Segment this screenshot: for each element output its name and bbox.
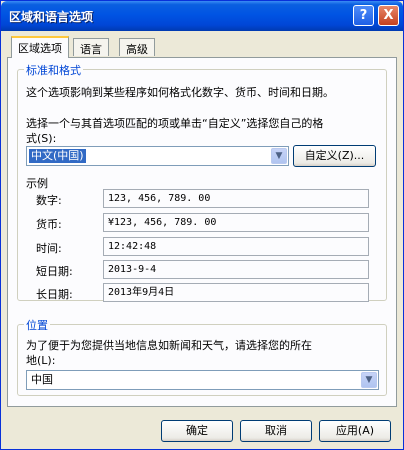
- ok-button[interactable]: 确定: [161, 420, 233, 442]
- standards-legend: 标准和格式: [24, 62, 83, 78]
- tab-languages[interactable]: 语言: [73, 38, 109, 56]
- sample-short-date-value: 2013-9-4: [103, 260, 369, 279]
- tab-regional-options[interactable]: 区域选项: [11, 36, 69, 58]
- select-prompt-line2: 式(S):: [26, 132, 57, 145]
- regional-options-panel: 标准和格式 这个选项影响到某些程序如何格式化数字、货币、时间和日期。 选择一个与…: [7, 57, 397, 407]
- apply-button[interactable]: 应用(A): [319, 420, 391, 442]
- samples-title: 示例: [26, 177, 48, 190]
- location-dropdown[interactable]: 中国 ▼: [26, 370, 379, 390]
- sample-number-value: 123, 456, 789. 00: [103, 189, 369, 208]
- select-prompt-line1: 选择一个与其首选项匹配的项或单击“自定义”选择您自己的格: [26, 117, 324, 130]
- standards-description: 这个选项影响到某些程序如何格式化数字、货币、时间和日期。: [26, 86, 334, 99]
- sample-short-date-label: 短日期:: [36, 265, 73, 278]
- cancel-button[interactable]: 取消: [240, 420, 312, 442]
- tab-advanced[interactable]: 高级: [119, 38, 155, 56]
- location-value: 中国: [31, 373, 53, 386]
- sample-time-label: 时间:: [36, 242, 62, 255]
- chevron-down-icon[interactable]: ▼: [271, 148, 287, 164]
- sample-time-value: 12:42:48: [103, 237, 369, 256]
- location-group: 位置 为了便于为您提供当地信息如新闻和天气，请选择您的所在 地(L): 中国 ▼: [17, 317, 387, 396]
- chevron-down-icon[interactable]: ▼: [361, 372, 377, 388]
- location-legend: 位置: [24, 317, 50, 333]
- location-description-line1: 为了便于为您提供当地信息如新闻和天气，请选择您的所在: [26, 339, 312, 352]
- customize-button[interactable]: 自定义(Z)...: [293, 145, 376, 167]
- location-description-line2: 地(L):: [26, 354, 56, 367]
- locale-dropdown[interactable]: 中文(中国) ▼: [26, 146, 289, 166]
- sample-long-date-value: 2013年9月4日: [103, 283, 369, 302]
- locale-value: 中文(中国): [29, 149, 86, 163]
- sample-long-date-label: 长日期:: [36, 288, 73, 301]
- sample-currency-value: ¥123, 456, 789. 00: [103, 213, 369, 232]
- title-bar[interactable]: 区域和语言选项 ? X: [1, 1, 403, 31]
- standards-and-formats-group: 标准和格式 这个选项影响到某些程序如何格式化数字、货币、时间和日期。 选择一个与…: [17, 62, 387, 302]
- help-button[interactable]: ?: [353, 5, 374, 26]
- sample-number-label: 数字:: [36, 194, 62, 207]
- sample-currency-label: 货币:: [36, 218, 62, 231]
- regional-language-options-dialog: 区域和语言选项 ? X 区域选项 语言 高级 标准和格式 这个选项影响到某些程序…: [0, 0, 404, 450]
- window-title: 区域和语言选项: [9, 10, 94, 24]
- close-button[interactable]: X: [378, 5, 399, 26]
